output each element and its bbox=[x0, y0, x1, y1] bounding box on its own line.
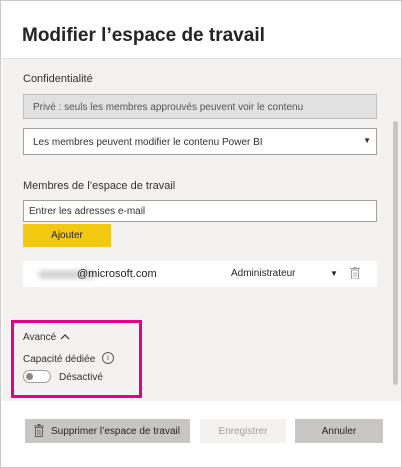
privacy-field: Privé : seuls les membres approuvés peuv… bbox=[23, 94, 377, 119]
member-role-select[interactable]: Administrateur bbox=[231, 268, 295, 279]
member-row: @microsoft.com Administrateur ▼ bbox=[23, 261, 377, 287]
email-input[interactable] bbox=[23, 200, 377, 222]
edit-workspace-dialog: Modifier l’espace de travail Confidentia… bbox=[0, 0, 402, 468]
scrollbar-thumb[interactable] bbox=[393, 121, 398, 385]
dropdown-caret-icon: ▼ bbox=[363, 136, 371, 145]
scrollbar[interactable] bbox=[391, 59, 400, 401]
cancel-button[interactable]: Annuler bbox=[295, 419, 383, 443]
trash-icon bbox=[34, 424, 44, 437]
dedicated-capacity-toggle[interactable] bbox=[23, 370, 51, 383]
privacy-label: Confidentialité bbox=[23, 73, 93, 85]
members-label: Membres de l’espace de travail bbox=[23, 180, 176, 192]
toggle-state-label: Désactivé bbox=[59, 372, 103, 383]
edit-permission-value: Les membres peuvent modifier le contenu … bbox=[33, 137, 263, 148]
chevron-up-icon[interactable] bbox=[60, 333, 70, 341]
advanced-toggle-label[interactable]: Avancé bbox=[23, 332, 56, 343]
delete-workspace-button[interactable]: Supprimer l’espace de travail bbox=[25, 419, 190, 443]
member-email: @microsoft.com bbox=[77, 268, 157, 280]
dedicated-capacity-label: Capacité dédiée bbox=[23, 354, 96, 365]
info-icon[interactable]: i bbox=[102, 352, 114, 364]
edit-permission-select[interactable]: Les membres peuvent modifier le contenu … bbox=[23, 128, 377, 155]
add-button[interactable]: Ajouter bbox=[23, 224, 111, 247]
trash-icon[interactable] bbox=[350, 267, 360, 279]
dialog-title: Modifier l’espace de travail bbox=[22, 25, 265, 46]
role-dropdown-caret-icon[interactable]: ▼ bbox=[330, 269, 338, 278]
delete-workspace-label: Supprimer l’espace de travail bbox=[51, 426, 180, 437]
save-button[interactable]: Enregistrer bbox=[200, 419, 286, 443]
toggle-knob bbox=[26, 373, 33, 380]
